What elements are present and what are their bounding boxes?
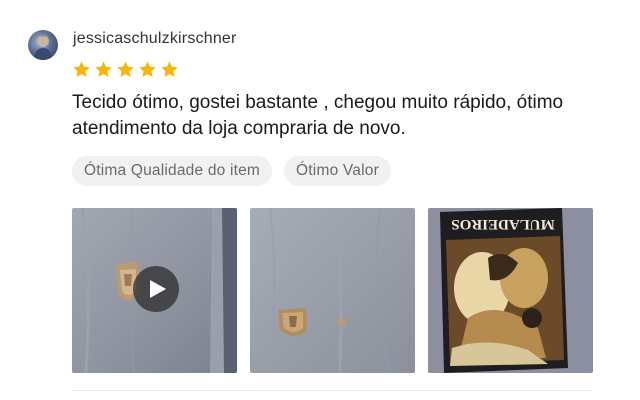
avatar[interactable] bbox=[28, 30, 58, 60]
star-icon bbox=[73, 61, 90, 77]
star-icon bbox=[139, 61, 156, 77]
review-photo-print[interactable]: MULADEIROS bbox=[428, 208, 593, 373]
review-photo-shirt[interactable] bbox=[250, 208, 415, 373]
shirt-detail-image bbox=[250, 208, 415, 373]
divider bbox=[72, 390, 592, 391]
print-title: MULADEIROS bbox=[451, 216, 554, 232]
star-icon bbox=[95, 61, 112, 77]
print-artwork-image: MULADEIROS bbox=[428, 208, 593, 373]
video-thumbnail[interactable] bbox=[72, 208, 237, 373]
star-icon bbox=[161, 61, 178, 77]
review-text: Tecido ótimo, gostei bastante , chegou m… bbox=[72, 92, 564, 139]
review-tags: Ótima Qualidade do item Ótimo Valor bbox=[72, 156, 391, 186]
tag-quality: Ótima Qualidade do item bbox=[72, 156, 273, 186]
play-button[interactable] bbox=[133, 266, 179, 312]
star-icon bbox=[117, 61, 134, 77]
tag-value: Ótimo Valor bbox=[284, 156, 391, 186]
play-icon bbox=[150, 280, 166, 298]
review-card: jessicaschulzkirschner Tecido ótimo, gos… bbox=[0, 0, 640, 400]
username[interactable]: jessicaschulzkirschner bbox=[73, 30, 237, 48]
avatar-image bbox=[33, 35, 53, 60]
star-rating bbox=[72, 60, 179, 79]
review-media: MULADEIROS bbox=[72, 208, 593, 373]
